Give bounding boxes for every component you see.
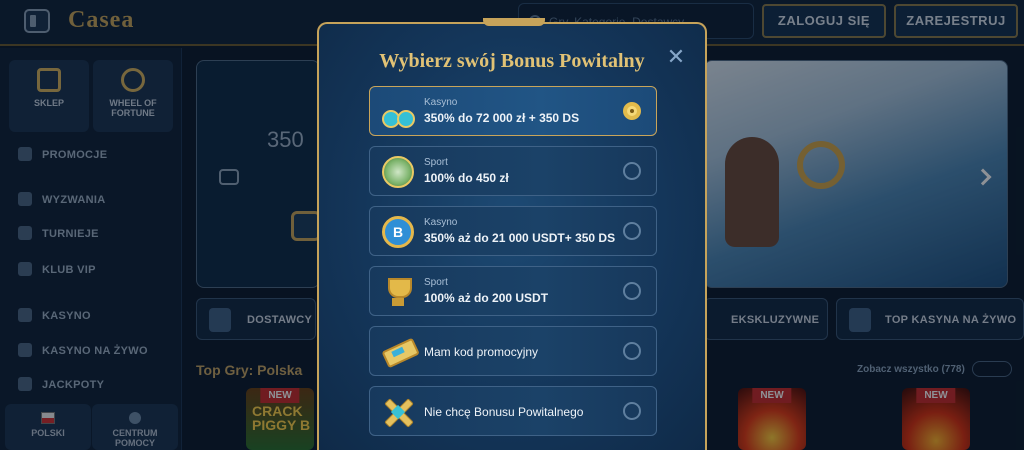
- ticket-icon: [377, 331, 420, 374]
- option-category: Kasyno: [424, 217, 458, 228]
- trophy-icon: [382, 276, 414, 308]
- modal-ornament: [483, 18, 545, 26]
- option-text: 100% do 450 zł: [424, 171, 509, 185]
- bonus-option-sport-pln[interactable]: Sport 100% do 450 zł: [369, 146, 657, 196]
- bonus-option-casino-pln[interactable]: Kasyno 350% do 72 000 zł + 350 DS: [369, 86, 657, 136]
- bonus-option-sport-usdt[interactable]: Sport 100% aż do 200 USDT: [369, 266, 657, 316]
- option-text: 350% do 72 000 zł + 350 DS: [424, 111, 580, 125]
- bonus-option-casino-usdt[interactable]: B Kasyno 350% aż do 21 000 USDT+ 350 DS: [369, 206, 657, 256]
- radio-button[interactable]: [623, 402, 641, 420]
- option-text: Mam kod promocyjny: [424, 345, 539, 359]
- option-category: Sport: [424, 277, 448, 288]
- cross-icon: [382, 396, 414, 428]
- radio-button[interactable]: [623, 162, 641, 180]
- bonus-option-promo-code[interactable]: Mam kod promocyjny: [369, 326, 657, 376]
- welcome-bonus-modal: Wybierz swój Bonus Powitalny ✕ Kasyno 35…: [317, 18, 707, 450]
- radio-button[interactable]: [623, 282, 641, 300]
- radio-selected[interactable]: [623, 102, 641, 120]
- bonus-option-no-bonus[interactable]: Nie chcę Bonusu Powitalnego: [369, 386, 657, 436]
- modal-title: Wybierz swój Bonus Powitalny: [379, 50, 645, 72]
- option-text: Nie chcę Bonusu Powitalnego: [424, 405, 584, 419]
- radio-button[interactable]: [623, 342, 641, 360]
- bitcoin-coin-icon: B: [382, 216, 414, 248]
- option-text: 350% aż do 21 000 USDT+ 350 DS: [424, 231, 616, 245]
- option-category: Kasyno: [424, 97, 458, 108]
- option-text: 100% aż do 200 USDT: [424, 291, 549, 305]
- soccer-ball-icon: [382, 156, 414, 188]
- cherries-icon: [382, 96, 415, 128]
- option-category: Sport: [424, 157, 448, 168]
- close-icon[interactable]: ✕: [665, 46, 687, 68]
- radio-button[interactable]: [623, 222, 641, 240]
